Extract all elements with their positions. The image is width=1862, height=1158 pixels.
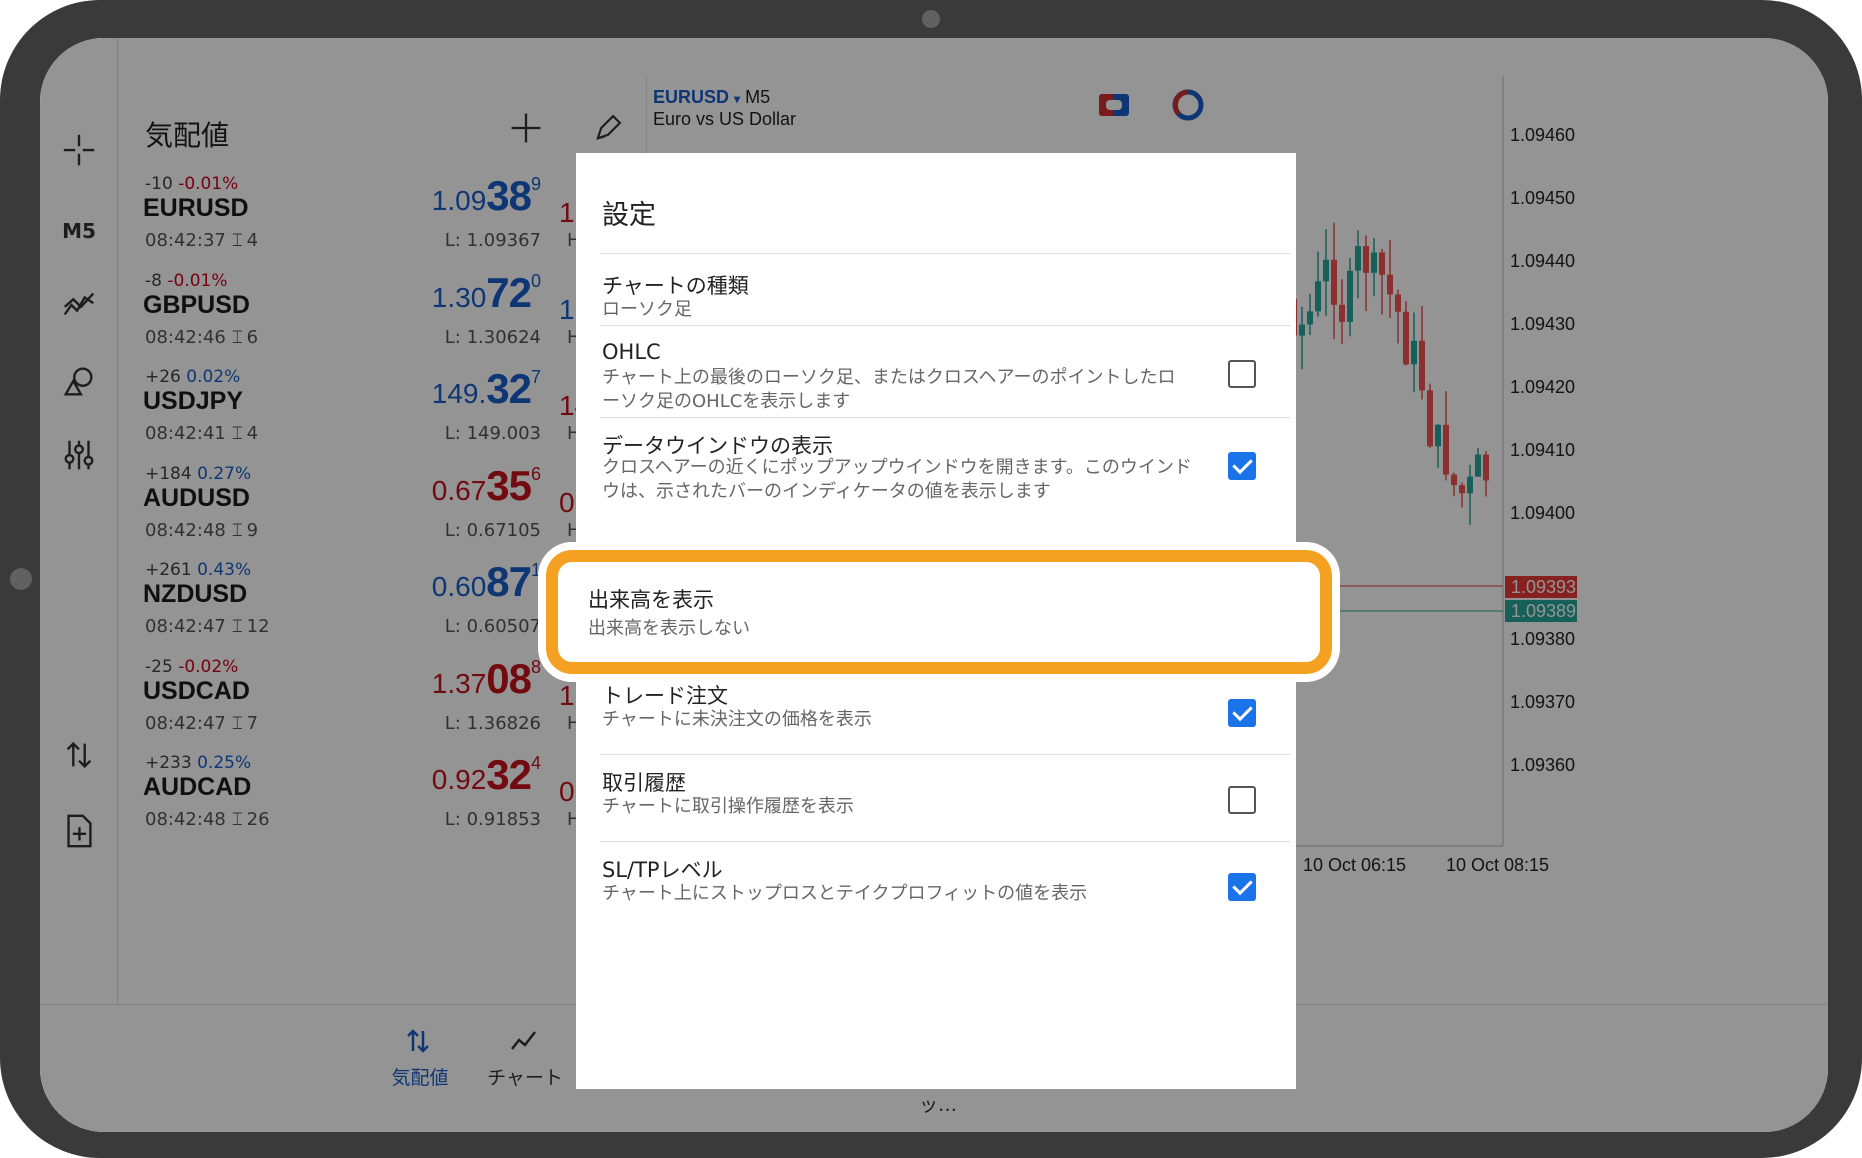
setting-row[interactable]: SL/TPレベル チャート上にストップロスとテイクプロフィットの値を表示 [600, 841, 1290, 941]
setting-checkbox[interactable] [1228, 699, 1256, 727]
setting-checkbox[interactable] [1228, 873, 1256, 901]
dialog-title: 設定 [602, 200, 656, 231]
show-volume-title: 出来高を表示 [588, 588, 714, 612]
setting-row[interactable]: トレード注文 チャートに未決注文の価格を表示 [600, 667, 1290, 755]
tablet-frame: M5 気配値 -10 -0.01% EURUSD 08:42:37 ⌶ 4 1.… [0, 0, 1862, 1158]
setting-row[interactable]: 取引履歴 チャートに取引操作履歴を表示 [600, 754, 1290, 842]
camera-dot [922, 10, 940, 28]
setting-description: クロスヘアーの近くにポップアップウインドウを開きます。このウインドウは、示された… [602, 457, 1192, 502]
setting-title: SL/TPレベル [602, 858, 723, 882]
setting-description: ローソク足 [602, 299, 692, 320]
setting-title: チャートの種類 [602, 274, 749, 298]
side-button [10, 568, 32, 590]
setting-checkbox[interactable] [1228, 786, 1256, 814]
setting-checkbox[interactable] [1228, 360, 1256, 388]
setting-description: チャートに未決注文の価格を表示 [602, 709, 872, 730]
screen: M5 気配値 -10 -0.01% EURUSD 08:42:37 ⌶ 4 1.… [40, 38, 1828, 1132]
setting-description: チャートに取引操作履歴を表示 [602, 796, 854, 817]
setting-checkbox[interactable] [1228, 452, 1256, 480]
setting-row[interactable]: チャートの種類 ローソク足 [600, 253, 1290, 325]
setting-description: チャート上の最後のローソク足、またはクロスヘアーのポイントしたローソク足のOHL… [602, 367, 1176, 412]
show-volume-subtitle: 出来高を表示しない [588, 618, 750, 639]
setting-row[interactable]: OHLC チャート上の最後のローソク足、またはクロスヘアーのポイントしたローソク足… [600, 325, 1290, 417]
show-volume-setting[interactable]: 出来高を表示 出来高を表示しない [546, 550, 1332, 674]
setting-row[interactable]: データウインドウの表示 クロスヘアーの近くにポップアップウインドウを開きます。この… [600, 417, 1290, 507]
setting-title: トレード注文 [602, 684, 728, 708]
app: M5 気配値 -10 -0.01% EURUSD 08:42:37 ⌶ 4 1.… [40, 38, 1828, 1132]
setting-description: チャート上にストップロスとテイクプロフィットの値を表示 [602, 883, 1088, 904]
setting-title: OHLC [602, 340, 661, 364]
setting-title: 取引履歴 [602, 771, 686, 795]
